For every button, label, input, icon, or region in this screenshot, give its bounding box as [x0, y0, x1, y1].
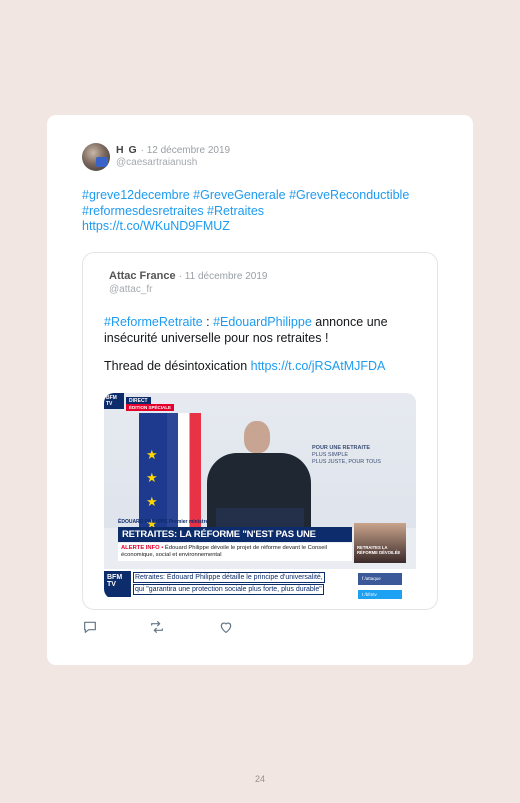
video-scene: ★ ★ ★ ★ POUR UNE RETRAITE PLUS SIMPLE PL…	[104, 393, 416, 538]
alert-tag: ALERTE INFO •	[121, 545, 164, 551]
tweet-link[interactable]: https://t.co/WKuND9FMUZ	[82, 219, 442, 235]
facebook-tag: f /attaque	[358, 573, 402, 585]
hashtag-link[interactable]: #ReformeRetraite	[104, 315, 203, 329]
ticker-line: Retraites: Édouard Philippe détaille le …	[133, 572, 325, 583]
hashtags-line[interactable]: #greve12decembre #GreveGenerale #GreveRe…	[82, 188, 442, 204]
video-thumbnail[interactable]: ★ ★ ★ ★ POUR UNE RETRAITE PLUS SIMPLE PL…	[104, 393, 416, 599]
tweet-text: #greve12decembre #GreveGenerale #GreveRe…	[82, 188, 442, 235]
author-handle[interactable]: @caesartraianush	[116, 157, 197, 168]
tweet-date[interactable]: · 12 décembre 2019	[141, 145, 231, 156]
bfm-logo-bottom: BFM TV	[104, 571, 131, 597]
twitter-tag: t /bfmtv	[358, 590, 402, 599]
ticker-text: Retraites: Édouard Philippe détaille le …	[133, 572, 348, 596]
speaker-head	[244, 421, 270, 453]
quoted-tweet[interactable]: Attac France · 11 décembre 2019 @attac_f…	[82, 252, 438, 610]
backdrop-line: PLUS JUSTE, POUR TOUS	[312, 459, 381, 465]
quoted-handle[interactable]: @attac_fr	[109, 284, 153, 295]
thread-link[interactable]: https://t.co/jRSAtMJFDA	[251, 359, 386, 373]
special-edition-badge: ÉDITION SPÉCIALE	[126, 404, 175, 411]
quoted-header: Attac France · 11 décembre 2019	[109, 270, 267, 283]
backdrop-text: POUR UNE RETRAITE PLUS SIMPLE PLUS JUSTE…	[312, 445, 392, 466]
tweet-actions	[82, 619, 252, 637]
quoted-date: · 11 décembre 2019	[178, 271, 268, 282]
tweet-card: H G · 12 décembre 2019 @caesartraianush …	[47, 115, 473, 665]
retweet-icon[interactable]	[149, 619, 167, 637]
reply-icon[interactable]	[82, 619, 100, 637]
podium	[216, 508, 304, 528]
backdrop-line: POUR UNE RETRAITE	[312, 445, 371, 451]
hashtag-link[interactable]: #EdouardPhilippe	[213, 315, 312, 329]
headline-bar: RETRAITES: LA RÉFORME "N'EST PAS UNE BAT…	[118, 527, 352, 555]
avatar[interactable]	[82, 143, 110, 171]
quoted-text: #ReformeRetraite : #EdouardPhilippe anno…	[104, 315, 424, 375]
speaker-caption: ÉDOUARD PHILIPPE Premier ministre	[118, 519, 209, 525]
author-name[interactable]: H G	[116, 144, 138, 156]
inset-caption: RETRAITES LA RÉFORME DÉVOILÉE	[357, 545, 401, 555]
hashtags-line[interactable]: #reformesdesretraites #Retraites	[82, 204, 442, 220]
bfm-logo-top: BFM TV	[104, 393, 124, 409]
inset-image: RETRAITES LA RÉFORME DÉVOILÉE	[354, 523, 406, 563]
quoted-author-name[interactable]: Attac France	[109, 270, 176, 282]
ticker-line: qui "garantira une protection sociale pl…	[133, 584, 324, 595]
tweet-header: H G · 12 décembre 2019	[116, 144, 230, 157]
thread-text: Thread de désintoxication	[104, 359, 251, 373]
page-number: 24	[254, 774, 265, 784]
separator-text: :	[202, 315, 214, 329]
backdrop-line: PLUS SIMPLE	[312, 452, 349, 458]
alert-row: ALERTE INFO • Édouard Philippe dévoile l…	[118, 543, 352, 561]
heart-icon[interactable]	[218, 619, 236, 637]
